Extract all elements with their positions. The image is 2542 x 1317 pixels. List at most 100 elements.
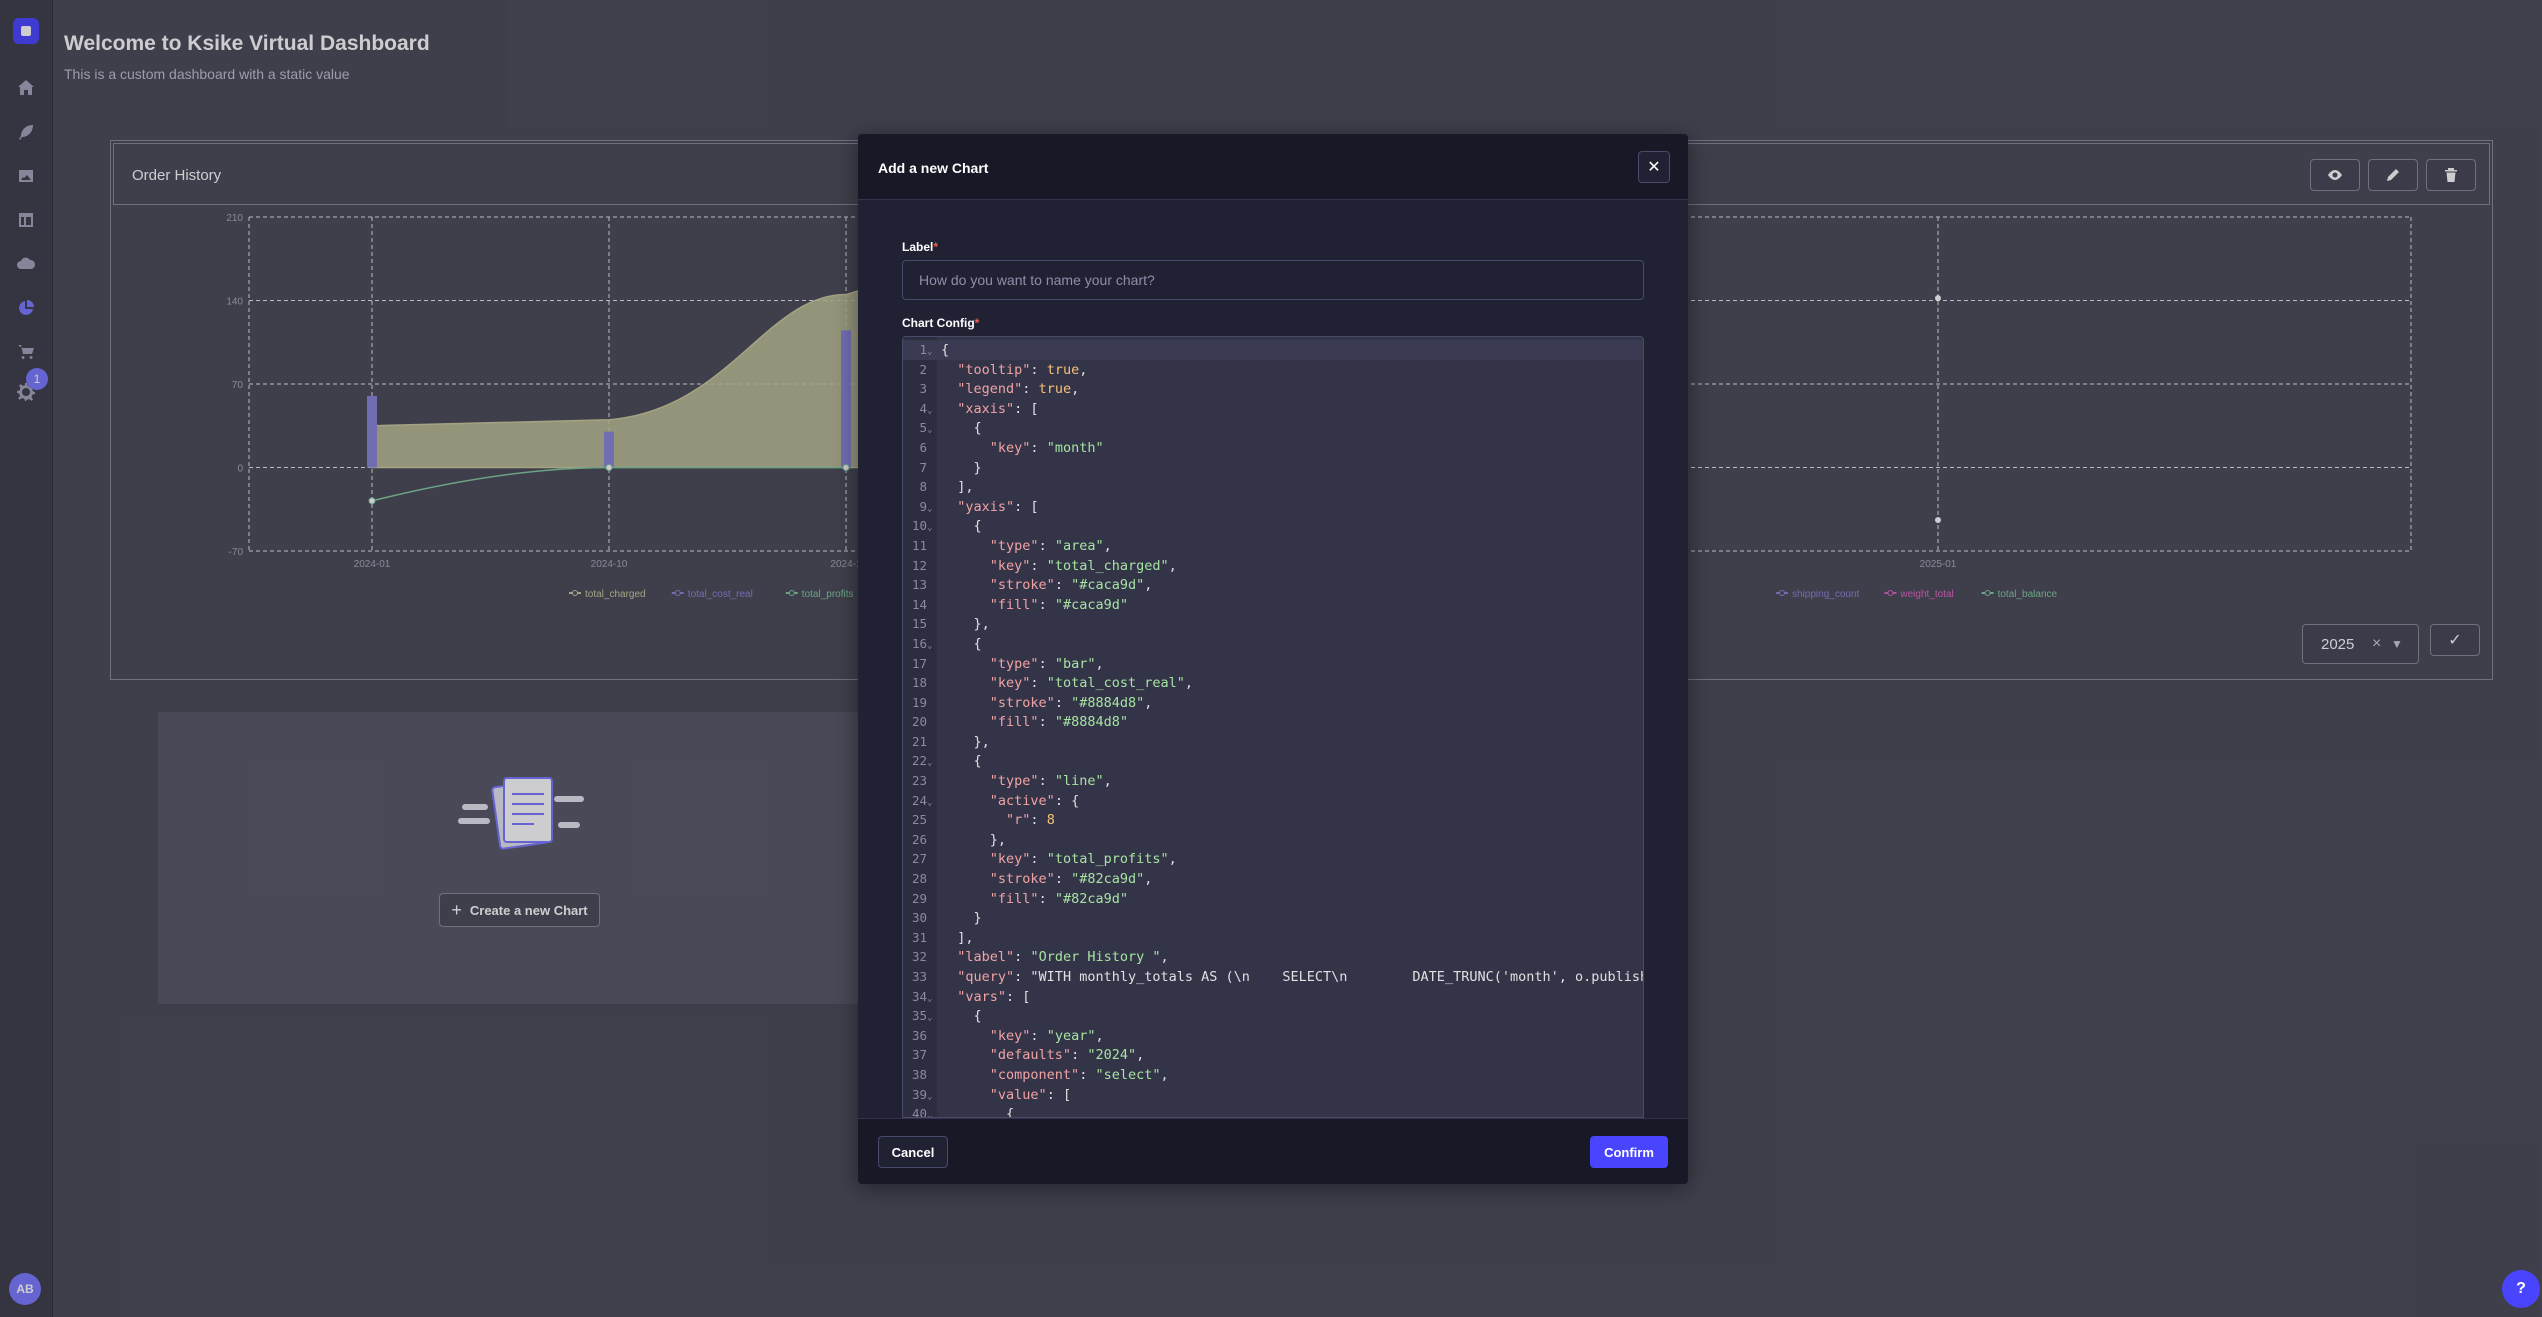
- code-text: {: [941, 635, 982, 652]
- line-number: 35: [911, 1008, 927, 1024]
- code-text: {: [941, 1008, 982, 1025]
- code-line: 39⌄ "value": [: [903, 1085, 1643, 1105]
- code-text: ],: [941, 929, 974, 946]
- code-lines: 1⌄{2 "tooltip": true, 3 "legend": true, 4⌄…: [903, 340, 1643, 1118]
- code-line: 9⌄ "yaxis": [: [903, 497, 1643, 517]
- code-line: 2 "tooltip": true,: [903, 360, 1643, 380]
- code-line: 13 "stroke": "#caca9d",: [903, 575, 1643, 595]
- code-text: "key": "total_cost_real",: [989, 675, 1193, 692]
- code-line: 3 "legend": true,: [903, 379, 1643, 399]
- code-line: 34⌄ "vars": [: [903, 987, 1643, 1007]
- code-line: 1⌄{: [903, 340, 1643, 360]
- line-number: 11: [911, 537, 927, 553]
- label-input[interactable]: [902, 260, 1644, 300]
- add-chart-modal: Add a new Chart ✕ Label* Chart Config* 1…: [858, 134, 1688, 1184]
- line-number: 25: [911, 812, 927, 828]
- code-line: 19 "stroke": "#8884d8",: [903, 693, 1643, 713]
- code-line: 28 "stroke": "#82ca9d",: [903, 869, 1643, 889]
- line-number: 22: [911, 753, 927, 769]
- code-text: "fill": "#8884d8": [989, 714, 1128, 731]
- code-text: "r": 8: [1006, 812, 1055, 829]
- code-text: "label": "Order History ",: [957, 949, 1169, 966]
- confirm-button[interactable]: Confirm: [1590, 1136, 1668, 1168]
- label-field-label: Label*: [902, 240, 939, 254]
- code-text: "component": "select",: [989, 1066, 1169, 1083]
- help-button[interactable]: ?: [2502, 1270, 2540, 1308]
- code-line: 18 "key": "total_cost_real",: [903, 673, 1643, 693]
- code-text: "value": [: [989, 1086, 1072, 1103]
- code-text: "key": "year",: [989, 1027, 1104, 1044]
- code-line: 25 "r": 8: [903, 810, 1643, 830]
- code-text: "defaults": "2024",: [989, 1047, 1145, 1064]
- line-number: 16: [911, 635, 927, 651]
- fold-icon[interactable]: ⌄: [927, 1107, 937, 1117]
- code-line: 32 "label": "Order History ",: [903, 947, 1643, 967]
- code-text: "legend": true,: [957, 381, 1080, 398]
- code-line: 36 "key": "year",: [903, 1026, 1643, 1046]
- modal-footer: Cancel Confirm: [858, 1118, 1688, 1184]
- line-number: 27: [911, 851, 927, 867]
- line-number: 39: [911, 1086, 927, 1102]
- code-text: "type": "bar",: [989, 655, 1104, 672]
- line-number: 15: [911, 616, 927, 632]
- line-number: 9: [919, 498, 927, 514]
- code-line: 5⌄ {: [903, 418, 1643, 438]
- code-line: 17 "type": "bar",: [903, 654, 1643, 674]
- chart-config-editor[interactable]: 1⌄{2 "tooltip": true, 3 "legend": true, 4⌄…: [902, 336, 1644, 1118]
- line-number: 20: [911, 714, 927, 730]
- code-line: 27 "key": "total_profits",: [903, 849, 1643, 869]
- line-number: 37: [911, 1047, 927, 1063]
- code-text: "vars": [: [957, 988, 1031, 1005]
- code-line: 16⌄ {: [903, 634, 1643, 654]
- line-number: 1: [919, 342, 927, 357]
- code-line: 11 "type": "area",: [903, 536, 1643, 556]
- modal-title: Add a new Chart: [878, 160, 989, 176]
- line-number: 38: [911, 1066, 927, 1082]
- code-text: ],: [941, 479, 974, 496]
- code-line: 15 },: [903, 614, 1643, 634]
- code-text: {: [941, 1106, 1015, 1118]
- code-line: 21 },: [903, 732, 1643, 752]
- line-number: 18: [911, 675, 927, 691]
- code-text: "fill": "#caca9d": [989, 596, 1128, 613]
- code-text: "key": "total_profits",: [989, 851, 1177, 868]
- line-number: 5: [919, 420, 927, 436]
- code-text: }: [941, 459, 982, 476]
- line-number: 7: [919, 459, 927, 475]
- code-line: 40⌄ {: [903, 1104, 1643, 1118]
- code-text: "fill": "#82ca9d": [989, 890, 1128, 907]
- line-number: 14: [911, 596, 927, 612]
- code-text: {: [941, 518, 982, 535]
- line-number: 13: [911, 577, 927, 593]
- line-number: 34: [911, 988, 927, 1004]
- line-number: 40: [911, 1106, 927, 1118]
- code-text: "type": "line",: [989, 773, 1112, 790]
- line-number: 28: [911, 871, 927, 887]
- line-number: 21: [911, 733, 927, 749]
- code-text: },: [941, 616, 990, 633]
- code-line: 29 "fill": "#82ca9d": [903, 889, 1643, 909]
- code-line: 22⌄ {: [903, 751, 1643, 771]
- code-line: 10⌄ {: [903, 516, 1643, 536]
- cancel-button[interactable]: Cancel: [878, 1136, 948, 1168]
- code-text: "type": "area",: [989, 537, 1112, 554]
- code-line: 24⌄ "active": {: [903, 791, 1643, 811]
- code-line: 6 "key": "month": [903, 438, 1643, 458]
- line-number: 32: [911, 949, 927, 965]
- line-number: 23: [911, 773, 927, 789]
- modal-header: Add a new Chart ✕: [858, 134, 1688, 200]
- close-button[interactable]: ✕: [1638, 151, 1670, 183]
- code-line: 14 "fill": "#caca9d": [903, 595, 1643, 615]
- line-number: 29: [911, 890, 927, 906]
- code-text: },: [941, 733, 990, 750]
- close-icon: ✕: [1647, 159, 1661, 176]
- code-text: "tooltip": true,: [957, 361, 1088, 378]
- code-line: 23 "type": "line",: [903, 771, 1643, 791]
- code-text: {: [941, 753, 982, 770]
- line-number: 8: [919, 479, 927, 495]
- line-number: 36: [911, 1027, 927, 1043]
- code-line: 33 "query": "WITH monthly_totals AS (\n …: [903, 967, 1643, 987]
- line-number: 31: [911, 929, 927, 945]
- code-line: 31 ],: [903, 928, 1643, 948]
- line-number: 24: [911, 792, 927, 808]
